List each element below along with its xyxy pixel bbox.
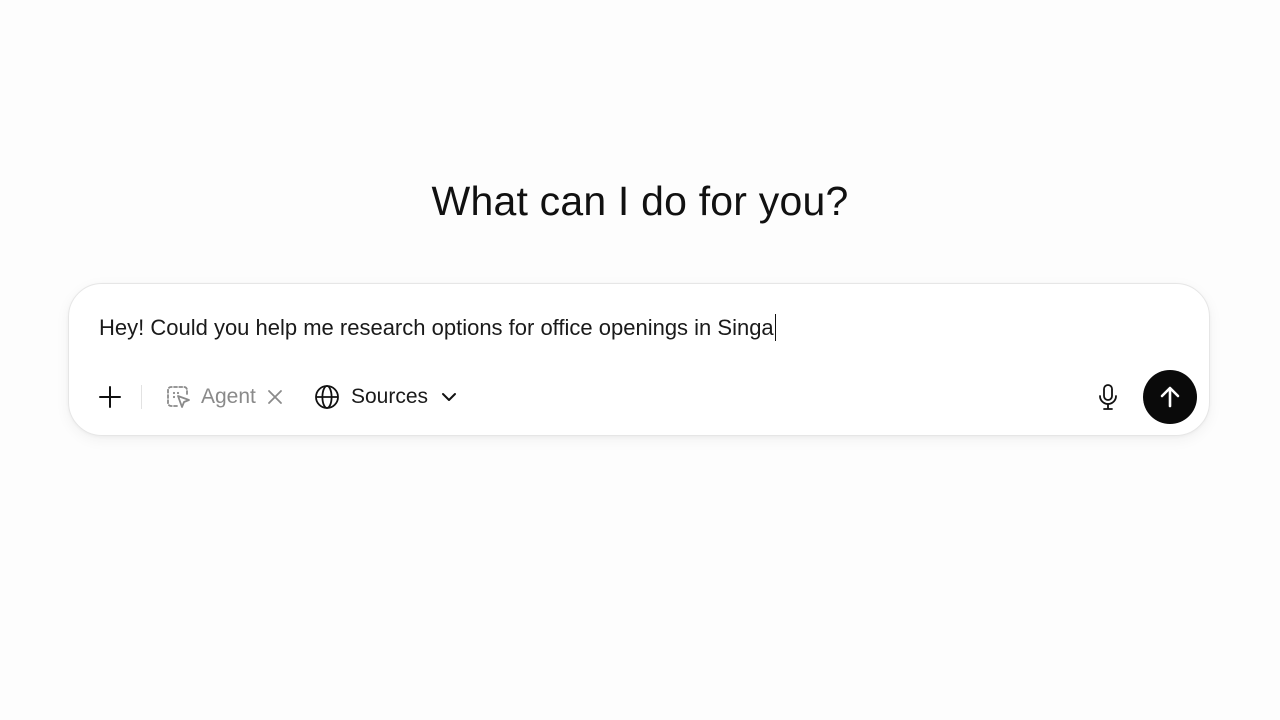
send-button[interactable]	[1143, 370, 1197, 424]
sources-label: Sources	[351, 385, 429, 408]
prompt-composer: Hey! Could you help me research options …	[68, 283, 1210, 436]
page-title: What can I do for you?	[431, 178, 849, 224]
add-button[interactable]	[95, 382, 125, 412]
chevron-down-icon	[442, 393, 457, 401]
microphone-button[interactable]	[1093, 381, 1123, 413]
prompt-input[interactable]: Hey! Could you help me research options …	[99, 314, 777, 341]
toolbar-divider	[141, 385, 142, 409]
microphone-icon	[1099, 384, 1117, 410]
agent-cursor-icon	[167, 386, 190, 408]
text-caret	[774, 314, 777, 341]
remove-agent-button[interactable]	[266, 388, 284, 406]
page: What can I do for you? Hey! Could you he…	[0, 0, 1280, 720]
prompt-input-value[interactable]: Hey! Could you help me research options …	[99, 315, 774, 341]
close-icon	[267, 390, 282, 404]
plus-icon	[99, 386, 121, 408]
sources-dropdown[interactable]: Sources	[314, 381, 458, 413]
composer-toolbar: Agent Sources	[69, 370, 1209, 424]
agent-chip[interactable]: Agent	[165, 381, 284, 413]
agent-chip-label: Agent	[201, 385, 256, 408]
arrow-up-icon	[1160, 386, 1180, 408]
globe-icon	[315, 385, 339, 409]
